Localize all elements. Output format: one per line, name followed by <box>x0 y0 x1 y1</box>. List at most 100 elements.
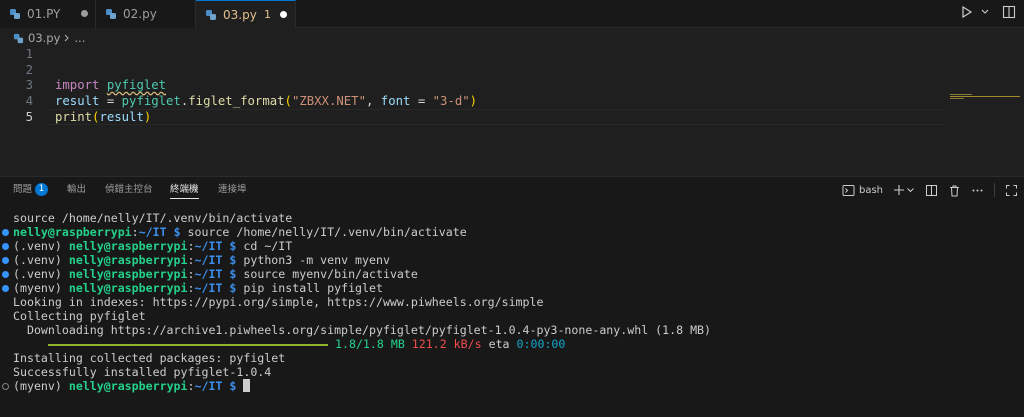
command-pending-dot-icon[interactable] <box>2 383 9 390</box>
prompt-user: nelly@raspberrypi <box>68 267 188 281</box>
line-number: 4 <box>25 94 33 108</box>
breadcrumb-more[interactable]: ... <box>74 31 85 45</box>
terminal-line: Looking in indexes: https://pypi.org/sim… <box>13 295 543 309</box>
prompt-dollar: $ <box>229 239 237 253</box>
eta-value: 0:00:00 <box>516 337 566 351</box>
more-actions-icon[interactable] <box>971 184 984 197</box>
venv-prefix: (.venv) <box>13 239 69 253</box>
code-text: print(result) <box>55 109 151 125</box>
panel-actions: bash <box>842 182 1018 198</box>
minimap-line <box>950 96 1020 97</box>
tab-problems[interactable]: 問題 1 <box>13 183 49 199</box>
terminal-text: Successfully installed pyfiglet-1.0.4 <box>13 365 272 379</box>
split-editor-icon[interactable] <box>1002 5 1016 19</box>
prompt-cwd: ~/IT <box>194 379 223 393</box>
problems-count: 1 <box>264 8 271 21</box>
terminal-line: (.venv) nelly@raspberrypi:~/IT $ source … <box>13 267 418 281</box>
operator: = <box>410 94 433 108</box>
code-text: import pyfiglet <box>55 77 166 93</box>
tab-03-py[interactable]: 03.py 1 <box>196 0 296 29</box>
new-terminal-button[interactable] <box>893 184 915 196</box>
comma: , <box>365 94 381 108</box>
tab-terminal[interactable]: 終端機 <box>170 183 199 199</box>
code-editor[interactable]: 1 2 3 import pyfiglet 4 result = pyfigle… <box>0 46 1024 174</box>
code-line: 3 import pyfiglet <box>0 77 950 93</box>
code-line: 2 <box>0 62 950 78</box>
run-python-file-icon[interactable] <box>960 5 974 19</box>
venv-prefix: (myenv) <box>13 281 69 295</box>
tab-01-py[interactable]: 01.PY <box>0 0 96 28</box>
terminal-text: Looking in indexes: https://pypi.org/sim… <box>13 295 544 309</box>
tab-output[interactable]: 輸出 <box>67 183 86 199</box>
function-name: print <box>55 110 93 124</box>
breadcrumb-file[interactable]: 03.py <box>28 31 60 45</box>
python-file-icon <box>206 10 216 20</box>
terminal-line: Downloading https://archive1.piwheels.or… <box>13 323 711 337</box>
prompt-sep: : <box>187 253 195 267</box>
divider <box>994 183 995 197</box>
trash-icon[interactable] <box>948 184 961 197</box>
venv-prefix: (.venv) <box>13 267 69 281</box>
command-success-dot-icon[interactable] <box>2 271 9 278</box>
string: "3-d" <box>432 94 470 108</box>
line-number: 2 <box>25 63 33 77</box>
code-line: 1 <box>0 46 950 62</box>
prompt-sep: : <box>131 225 139 239</box>
terminal-line: (.venv) nelly@raspberrypi:~/IT $ cd ~/IT <box>13 239 292 253</box>
module-name: pyfiglet <box>121 94 181 108</box>
keyword: import <box>55 78 100 92</box>
string: "ZBXX.NET" <box>291 94 366 108</box>
split-terminal-icon[interactable] <box>925 184 938 197</box>
command-success-dot-icon[interactable] <box>2 257 9 264</box>
line-number: 3 <box>25 78 33 92</box>
terminal-command: cd ~/IT <box>243 239 293 253</box>
venv-prefix: (.venv) <box>13 253 69 267</box>
plus-icon <box>894 185 904 195</box>
prompt-dollar: $ <box>229 267 237 281</box>
minimap-line <box>950 94 972 95</box>
venv-prefix: (myenv) <box>13 379 69 393</box>
prompt-dollar: $ <box>229 281 237 295</box>
minimap[interactable] <box>950 94 1020 102</box>
tab-label: 01.PY <box>27 7 61 21</box>
prompt-cwd: ~/IT <box>194 281 223 295</box>
terminal-shell-selector[interactable]: bash <box>842 184 883 197</box>
chevron-right-icon <box>65 34 70 42</box>
terminal-text: Installing collected packages: pyfiglet <box>13 351 286 365</box>
variable: result <box>55 94 100 108</box>
unsaved-dot-icon[interactable] <box>81 10 88 17</box>
terminal-line: (myenv) nelly@raspberrypi:~/IT $ <box>13 379 251 393</box>
prompt-dollar: $ <box>229 379 237 393</box>
python-file-icon <box>13 33 24 43</box>
command-success-dot-icon[interactable] <box>2 243 9 250</box>
minimap-line <box>950 98 964 99</box>
line-number: 1 <box>25 47 33 61</box>
tab-ports[interactable]: 連接埠 <box>218 183 247 199</box>
maximize-panel-icon[interactable] <box>1005 184 1018 197</box>
terminal-progress-line: 1.8/1.8 MB 121.2 kB/s eta 0:00:00 <box>13 337 565 351</box>
bottom-panel: 問題 1 輸出 偵錯主控台 終端機 連接埠 bash source /home/n… <box>0 176 1024 417</box>
terminal-command: source /home/nelly/IT/.venv/bin/activate <box>187 225 467 239</box>
prompt-user: nelly@raspberrypi <box>68 379 188 393</box>
command-success-dot-icon[interactable] <box>2 285 9 292</box>
tab-debug-console[interactable]: 偵錯主控台 <box>105 183 153 199</box>
chevron-down-icon[interactable] <box>980 5 990 19</box>
download-progress-bar <box>48 343 328 346</box>
terminal-command: python3 -m venv myenv <box>243 253 390 267</box>
shell-name: bash <box>858 184 883 196</box>
problems-badge: 1 <box>35 183 49 196</box>
unsaved-dot-icon[interactable] <box>280 11 287 18</box>
prompt-user: nelly@raspberrypi <box>68 253 188 267</box>
command-success-dot-icon[interactable] <box>2 229 9 236</box>
chevron-down-icon <box>907 188 914 193</box>
tab-label: 03.py <box>223 8 257 22</box>
python-file-icon <box>10 9 20 19</box>
paren: ( <box>284 94 292 108</box>
editor-actions <box>960 5 1016 19</box>
prompt-sep: : <box>187 281 195 295</box>
tab-02-py[interactable]: 02.py <box>96 0 196 28</box>
terminal-line: (.venv) nelly@raspberrypi:~/IT $ python3… <box>13 253 390 267</box>
function-name: figlet_format <box>188 94 285 108</box>
terminal-command: pip install pyfiglet <box>243 281 383 295</box>
prompt-cwd: ~/IT <box>138 225 167 239</box>
